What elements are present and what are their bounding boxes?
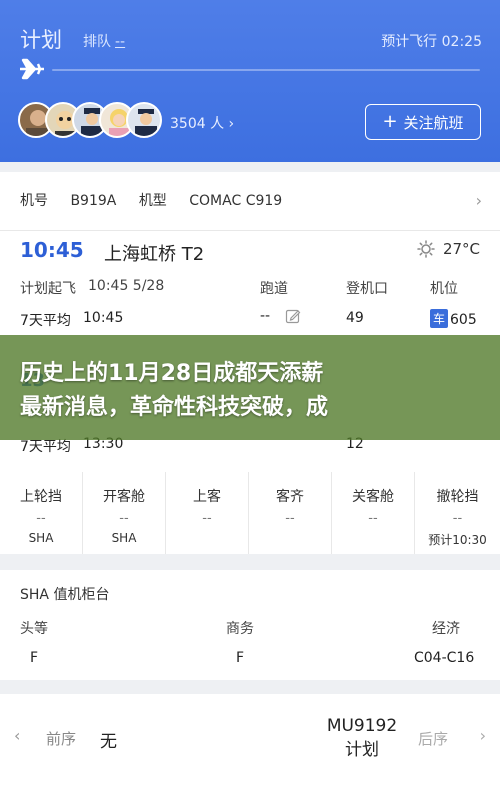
scheduled-departure-value: 10:45 5/28 — [88, 278, 165, 294]
scheduled-departure-label: 计划起飞 — [20, 281, 76, 297]
avatar — [126, 102, 162, 138]
business-class-label: 商务 — [226, 621, 254, 637]
banner-line-2: 最新消息，革命性科技突破，成 — [20, 395, 329, 420]
status-boarding: 上客 -- — [166, 472, 249, 554]
aircraft-type-info: 机型 COMAC C919 — [138, 193, 283, 209]
registration-info: 机号 B919A — [20, 193, 117, 209]
plus-icon: + — [382, 111, 398, 132]
checkin-counter-title: SHA 值机柜台 — [20, 587, 110, 603]
runway-value[interactable]: -- — [260, 308, 301, 324]
current-flight: MU9192 计划 — [322, 714, 402, 762]
seven-day-average-label: 7天平均 — [20, 313, 71, 329]
aircraft-info-row[interactable]: 机号 B919A 机型 COMAC C919 — [20, 190, 282, 210]
connecting-flights-card: ‹ 前序 无 MU9192 计划 后序 › — [0, 694, 500, 786]
runway-label: 跑道 — [260, 281, 288, 297]
banner-line-1: 历史上的11月28日成都天添薪 — [20, 361, 324, 386]
banner-text: 历史上的11月28日成都天添薪 最新消息，革命性科技突破，成 — [0, 357, 500, 425]
departure-weather: 27°C — [417, 240, 480, 258]
departure-airport: 上海虹桥 T2 — [104, 244, 205, 265]
current-flight-number: MU9192 — [326, 716, 398, 736]
flight-progress-track — [52, 69, 480, 71]
stand-value: 车 605 — [430, 309, 477, 328]
business-class-counter: F — [236, 650, 245, 666]
economy-class-label: 经济 — [432, 621, 460, 637]
eta-label: 预计飞行 — [381, 34, 438, 50]
first-class-label: 头等 — [20, 621, 48, 637]
economy-class-counter: C04-C16 — [414, 650, 475, 666]
news-banner-overlay: 历史上的11月28日成都天添薪 最新消息，革命性科技突破，成 — [0, 335, 500, 440]
first-class-counter: F — [30, 650, 39, 666]
current-flight-status: 计划 — [345, 740, 379, 760]
edit-icon — [285, 309, 300, 324]
sun-icon — [417, 240, 435, 258]
stand-label: 机位 — [430, 281, 458, 297]
status-chocks-off: 撤轮挡 -- 预计10:30 — [428, 489, 487, 547]
queue-status: 排队 -- — [83, 31, 125, 51]
seven-day-average-value: 10:45 — [83, 310, 124, 326]
next-flight-label[interactable]: 后序 — [418, 728, 448, 749]
status-door-open: 开客舱 -- SHA — [83, 472, 166, 554]
flight-header: 计划 排队 -- 预计飞行 02:25 3504 人 › + 关注航班 — [0, 0, 500, 162]
temperature: 27°C — [442, 240, 480, 258]
checkin-counter-card: SHA 值机柜台 头等 商务 经济 F F C04-C16 — [0, 570, 500, 680]
estimated-flight-time: 预计飞行 02:25 — [381, 31, 482, 51]
departure-time: 10:45 — [20, 238, 84, 262]
status-door-closed: 关客舱 -- — [332, 472, 415, 554]
stand-type-badge: 车 — [430, 309, 449, 328]
boarding-gate-label: 登机口 — [346, 281, 388, 297]
followers-count: 3504 人 — [170, 116, 225, 132]
chevron-right-icon: › — [228, 116, 235, 132]
ground-status-grid: 上轮挡 -- SHA 开客舱 -- SHA 上客 -- 客齐 -- 关客舱 -- 撤轮挡 -- 预… — [0, 472, 500, 554]
chevron-right-icon[interactable]: › — [480, 726, 486, 745]
previous-flight-value: 无 — [100, 732, 117, 752]
chevron-right-icon[interactable]: › — [476, 191, 482, 210]
followers-count-link[interactable]: 3504 人 › — [170, 113, 234, 133]
queue-label: 排队 — [83, 34, 111, 50]
eta-value: 02:25 — [441, 34, 482, 50]
follower-avatars[interactable] — [18, 102, 178, 142]
follow-flight-label: 关注航班 — [403, 113, 464, 132]
boarding-gate-value: 49 — [346, 310, 364, 326]
divider — [0, 230, 500, 231]
status-boarding-complete: 客齐 -- — [249, 472, 332, 554]
follow-flight-button[interactable]: + 关注航班 — [365, 104, 481, 140]
airplane-icon — [20, 58, 44, 80]
flight-status-title: 计划 — [20, 28, 62, 52]
chevron-left-icon[interactable]: ‹ — [14, 726, 20, 745]
queue-value: -- — [115, 34, 126, 50]
previous-flight-label[interactable]: 前序 — [46, 728, 76, 749]
status-chocks-on: 上轮挡 -- SHA — [0, 472, 83, 554]
